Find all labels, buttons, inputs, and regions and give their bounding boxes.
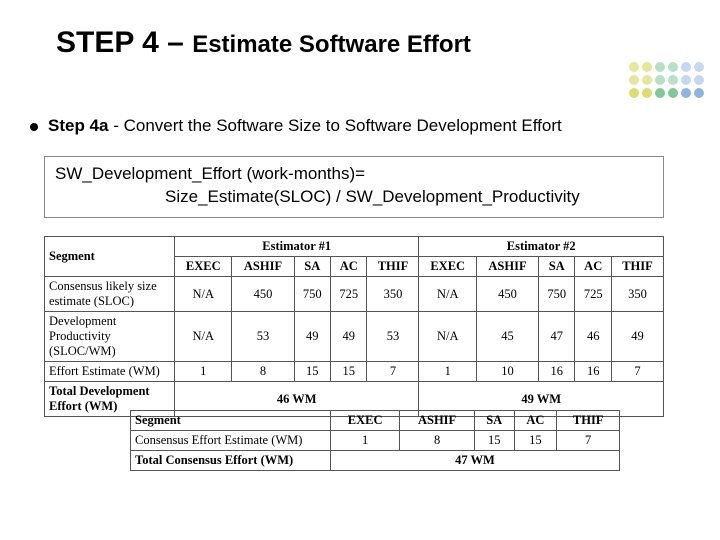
t1-col: EXEC bbox=[175, 257, 232, 277]
bullet-text: - Convert the Software Size to Software … bbox=[108, 116, 561, 135]
t1-cell: N/A bbox=[175, 312, 232, 362]
t1-cell: N/A bbox=[419, 312, 476, 362]
dot-icon bbox=[681, 75, 691, 85]
t2-total: 47 WM bbox=[331, 451, 620, 471]
dot-icon bbox=[655, 75, 665, 85]
t1-col: THIF bbox=[611, 257, 663, 277]
t1-cell: 15 bbox=[331, 362, 367, 382]
dot-icon bbox=[642, 62, 652, 72]
t2-cell: 8 bbox=[400, 431, 475, 451]
t1-cell: N/A bbox=[175, 277, 232, 312]
dot-icon bbox=[668, 88, 678, 98]
dot-icon bbox=[681, 62, 691, 72]
dot-icon bbox=[642, 88, 652, 98]
dot-icon bbox=[629, 75, 639, 85]
t1-col: THIF bbox=[367, 257, 419, 277]
t1-cell: 350 bbox=[367, 277, 419, 312]
t1-col: AC bbox=[575, 257, 611, 277]
table-row: Development Productivity (SLOC/WM) N/A 5… bbox=[45, 312, 664, 362]
bullet-step-4a: Step 4a - Convert the Software Size to S… bbox=[30, 116, 690, 136]
t1-segment-header: Segment bbox=[45, 237, 175, 277]
dot-icon bbox=[668, 75, 678, 85]
t2-cell: 7 bbox=[557, 431, 620, 451]
table-row: Effort Estimate (WM) 1 8 15 15 7 1 10 16… bbox=[45, 362, 664, 382]
t1-col: ASHIF bbox=[476, 257, 538, 277]
dot-icon bbox=[629, 88, 639, 98]
t1-col: EXEC bbox=[419, 257, 476, 277]
t2-col: SA bbox=[474, 411, 514, 431]
table-row: Total Consensus Effort (WM) 47 WM bbox=[131, 451, 620, 471]
t1-row-label: Consensus likely size estimate (SLOC) bbox=[45, 277, 175, 312]
title-small: Estimate Software Effort bbox=[192, 31, 471, 58]
t1-cell: 450 bbox=[232, 277, 294, 312]
formula-box: SW_Development_Effort (work-months)= Siz… bbox=[44, 156, 664, 218]
t1-cell: 7 bbox=[367, 362, 419, 382]
t1-cell: 1 bbox=[175, 362, 232, 382]
t2-total-label: Total Consensus Effort (WM) bbox=[131, 451, 331, 471]
t1-cell: 750 bbox=[539, 277, 575, 312]
bullet-icon bbox=[30, 123, 38, 131]
formula-line-1: SW_Development_Effort (work-months)= bbox=[55, 163, 653, 186]
table-row: Consensus likely size estimate (SLOC) N/… bbox=[45, 277, 664, 312]
t1-col: SA bbox=[294, 257, 330, 277]
bullet-label: Step 4a bbox=[48, 116, 108, 135]
dot-icon bbox=[642, 75, 652, 85]
dot-icon bbox=[694, 62, 704, 72]
t2-cell: 15 bbox=[474, 431, 514, 451]
formula-line-2: Size_Estimate(SLOC) / SW_Development_Pro… bbox=[55, 186, 653, 209]
consensus-table: Segment EXEC ASHIF SA AC THIF Consensus … bbox=[130, 410, 620, 471]
t1-cell: 49 bbox=[611, 312, 663, 362]
t1-cell: 350 bbox=[611, 277, 663, 312]
decorative-dot-grid bbox=[629, 62, 704, 98]
t2-row-label: Consensus Effort Estimate (WM) bbox=[131, 431, 331, 451]
t2-cell: 1 bbox=[331, 431, 400, 451]
dot-icon bbox=[694, 75, 704, 85]
t1-group-1: Estimator #1 bbox=[175, 237, 419, 257]
t1-cell: 750 bbox=[294, 277, 330, 312]
t1-cell: 53 bbox=[232, 312, 294, 362]
t2-segment-header: Segment bbox=[131, 411, 331, 431]
t1-cell: 16 bbox=[539, 362, 575, 382]
estimator-comparison-table: Segment Estimator #1 Estimator #2 EXEC A… bbox=[44, 236, 664, 417]
t2-col: EXEC bbox=[331, 411, 400, 431]
t2-col: ASHIF bbox=[400, 411, 475, 431]
t1-cell: 15 bbox=[294, 362, 330, 382]
t1-row-label: Development Productivity (SLOC/WM) bbox=[45, 312, 175, 362]
t1-col: AC bbox=[331, 257, 367, 277]
dot-icon bbox=[655, 88, 665, 98]
t1-cell: 16 bbox=[575, 362, 611, 382]
t1-cell: 45 bbox=[476, 312, 538, 362]
t2-col: AC bbox=[514, 411, 557, 431]
t1-cell: 7 bbox=[611, 362, 663, 382]
t1-cell: 450 bbox=[476, 277, 538, 312]
t1-col: ASHIF bbox=[232, 257, 294, 277]
t2-cell: 15 bbox=[514, 431, 557, 451]
table-row: Consensus Effort Estimate (WM) 1 8 15 15… bbox=[131, 431, 620, 451]
t1-group-2: Estimator #2 bbox=[419, 237, 664, 257]
t2-col: THIF bbox=[557, 411, 620, 431]
dot-icon bbox=[655, 62, 665, 72]
slide-title: STEP 4 – Estimate Software Effort bbox=[56, 26, 471, 60]
dot-icon bbox=[668, 62, 678, 72]
dot-icon bbox=[694, 88, 704, 98]
dot-icon bbox=[681, 88, 691, 98]
t1-cell: N/A bbox=[419, 277, 476, 312]
t1-cell: 8 bbox=[232, 362, 294, 382]
t1-cell: 53 bbox=[367, 312, 419, 362]
t1-cell: 1 bbox=[419, 362, 476, 382]
t1-cell: 49 bbox=[294, 312, 330, 362]
t1-cell: 10 bbox=[476, 362, 538, 382]
t1-col: SA bbox=[539, 257, 575, 277]
t1-cell: 47 bbox=[539, 312, 575, 362]
dot-icon bbox=[629, 62, 639, 72]
t1-cell: 46 bbox=[575, 312, 611, 362]
t1-cell: 725 bbox=[575, 277, 611, 312]
t1-row-label: Effort Estimate (WM) bbox=[45, 362, 175, 382]
title-big: STEP 4 – bbox=[56, 26, 192, 59]
t1-cell: 49 bbox=[331, 312, 367, 362]
t1-cell: 725 bbox=[331, 277, 367, 312]
